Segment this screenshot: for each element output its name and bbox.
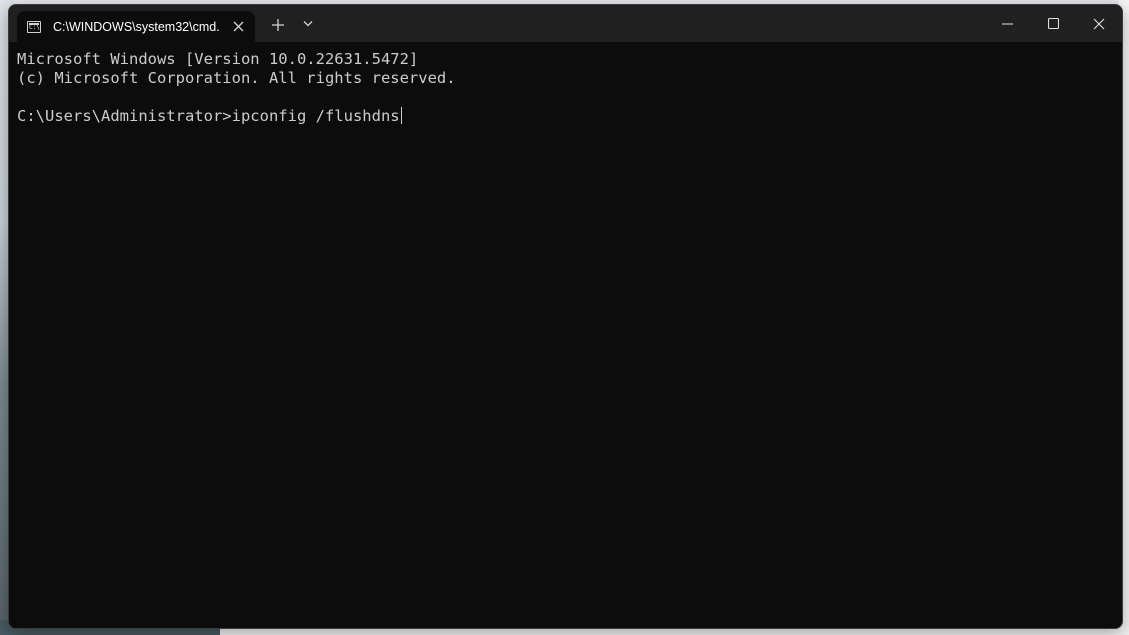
command-line[interactable]: C:\Users\Administrator>ipconfig /flushdn… — [17, 107, 1122, 126]
title-bar[interactable]: C:\ C:\WINDOWS\system32\cmd. — [9, 5, 1122, 42]
new-tab-button[interactable] — [267, 14, 289, 36]
close-icon — [233, 21, 243, 32]
close-icon — [1093, 18, 1105, 29]
minimize-button[interactable] — [984, 5, 1030, 42]
maximize-button[interactable] — [1030, 5, 1076, 42]
close-window-button[interactable] — [1076, 5, 1122, 42]
terminal-window: C:\ C:\WINDOWS\system32\cmd. Microsoft W… — [8, 4, 1123, 629]
chevron-down-icon — [303, 21, 313, 27]
terminal-output[interactable]: Microsoft Windows [Version 10.0.22631.54… — [9, 42, 1122, 628]
cmd-icon: C:\ — [27, 20, 41, 33]
tab-title: C:\WINDOWS\system32\cmd. — [53, 19, 220, 34]
tab-dropdown-button[interactable] — [297, 14, 319, 36]
prompt: C:\Users\Administrator> — [17, 107, 232, 125]
maximize-icon — [1047, 18, 1059, 29]
terminal-line: (c) Microsoft Corporation. All rights re… — [17, 69, 456, 87]
command-input[interactable]: ipconfig /flushdns — [232, 107, 400, 125]
plus-icon — [272, 19, 284, 31]
tab-cmd[interactable]: C:\ C:\WINDOWS\system32\cmd. — [17, 11, 255, 42]
close-tab-button[interactable] — [228, 17, 248, 37]
text-cursor — [400, 107, 402, 124]
minimize-icon — [1001, 22, 1013, 25]
terminal-line: Microsoft Windows [Version 10.0.22631.54… — [17, 50, 419, 68]
